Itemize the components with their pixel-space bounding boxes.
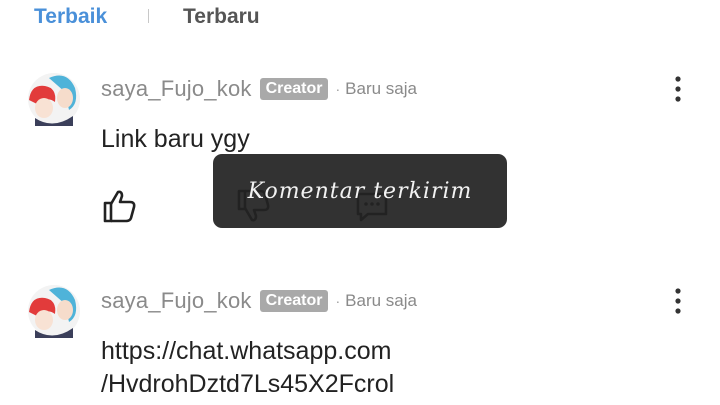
more-vertical-icon	[675, 76, 681, 102]
username[interactable]: saya_Fujo_kok	[101, 288, 252, 314]
thumbs-up-icon	[103, 190, 136, 223]
meta-separator: ·	[335, 81, 341, 97]
tab-divider	[148, 9, 149, 23]
sort-tabs: Terbaik Terbaru	[0, 0, 720, 36]
avatar[interactable]	[27, 70, 81, 126]
comment-link-line[interactable]: https://chat.whatsapp.com	[101, 335, 394, 368]
more-options-button[interactable]	[666, 74, 690, 104]
toast-message: Komentar terkirim	[247, 178, 473, 204]
creator-badge: Creator	[259, 290, 329, 312]
comment-link-line[interactable]: /HvdrohDztd7Ls45X2Fcrol	[101, 368, 394, 401]
comment-text: Link baru ygy	[101, 125, 250, 153]
avatar[interactable]	[27, 282, 81, 338]
more-vertical-icon	[675, 288, 681, 314]
like-button[interactable]	[100, 186, 140, 226]
toast-notification: Komentar terkirim	[213, 154, 507, 228]
more-options-button[interactable]	[666, 286, 690, 316]
timestamp: Baru saja	[345, 291, 417, 310]
creator-badge: Creator	[259, 78, 329, 100]
comment-text[interactable]: https://chat.whatsapp.com /HvdrohDztd7Ls…	[101, 335, 394, 401]
tab-best[interactable]: Terbaik	[34, 5, 107, 29]
comment-meta: saya_Fujo_kok Creator · Baru saja	[101, 76, 417, 102]
meta-separator: ·	[335, 293, 341, 309]
tab-newest[interactable]: Terbaru	[183, 5, 260, 29]
comment-meta: saya_Fujo_kok Creator · Baru saja	[101, 288, 417, 314]
timestamp: Baru saja	[345, 79, 417, 98]
username[interactable]: saya_Fujo_kok	[101, 76, 252, 102]
